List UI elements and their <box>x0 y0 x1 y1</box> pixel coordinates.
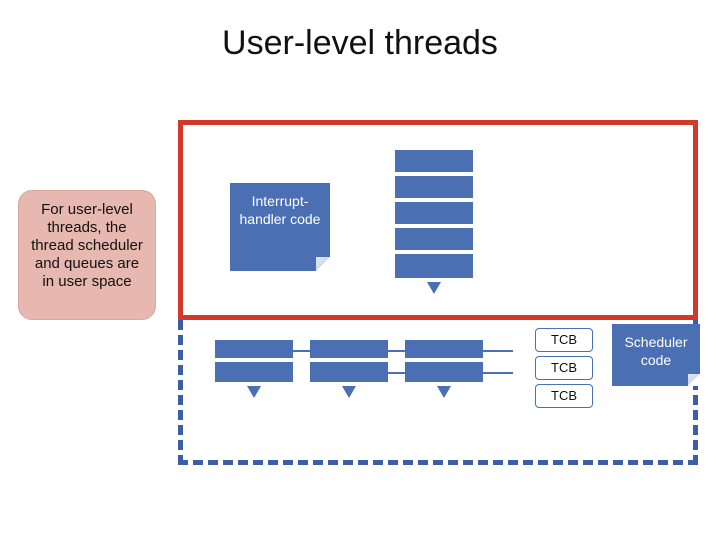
scheduler-code-box: Scheduler code <box>612 324 700 386</box>
thread-stack-seg <box>215 362 293 382</box>
thread-stack-arrow-icon <box>247 386 261 398</box>
kernel-stack-arrow-icon <box>427 282 441 294</box>
tcb-box: TCB <box>535 328 593 352</box>
thread-stack-arrow-icon <box>437 386 451 398</box>
tcb-box: TCB <box>535 356 593 380</box>
kernel-stack-seg <box>395 254 473 278</box>
interrupt-handler-box: Interrupt-handler code <box>230 183 330 271</box>
connector-line <box>293 350 513 352</box>
slide-title: User-level threads <box>0 24 720 63</box>
connector-line <box>388 372 513 374</box>
kernel-stack-seg <box>395 150 473 174</box>
callout-note: For user-level threads, the thread sched… <box>18 190 156 320</box>
tcb-box: TCB <box>535 384 593 408</box>
kernel-stack-seg <box>395 228 473 252</box>
kernel-stack-seg <box>395 176 473 200</box>
thread-stack-seg <box>310 362 388 382</box>
thread-stack-seg <box>215 340 293 360</box>
thread-stack-arrow-icon <box>342 386 356 398</box>
kernel-stack-seg <box>395 202 473 226</box>
